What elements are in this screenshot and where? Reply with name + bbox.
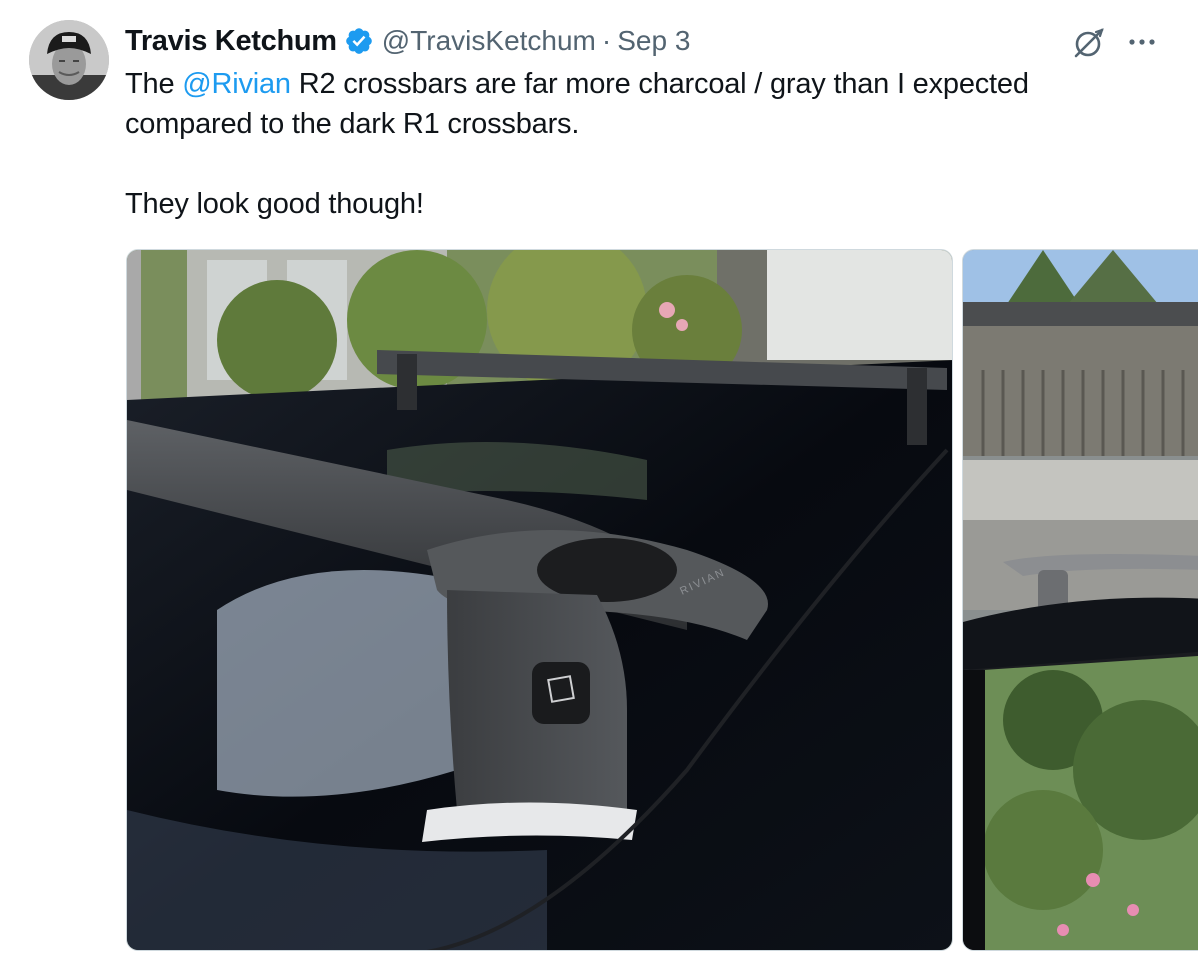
- tweet-text-paragraph-2: They look good though!: [125, 188, 424, 220]
- photo-1-image: RIVIAN: [127, 250, 952, 950]
- mention-link[interactable]: @Rivian: [182, 68, 291, 100]
- tweet-text-paragraph-1: The @Rivian R2 crossbars are far more ch…: [125, 64, 1135, 144]
- more-options-button[interactable]: [1124, 24, 1160, 60]
- author-avatar[interactable]: [29, 20, 109, 100]
- meta-separator: ·: [601, 25, 612, 56]
- author-handle[interactable]: @TravisKetchum: [382, 25, 596, 57]
- tweet-header: Travis Ketchum @TravisKetchum · Sep 3: [125, 22, 690, 60]
- author-display-name[interactable]: Travis Ketchum: [125, 25, 337, 58]
- tweet-text-prefix: The: [125, 68, 183, 100]
- avatar-photo: [29, 20, 109, 100]
- grok-icon: [1074, 28, 1104, 58]
- grok-button[interactable]: [1070, 24, 1108, 62]
- tweet: Travis Ketchum @TravisKetchum · Sep 3 Th…: [0, 0, 1198, 970]
- tweet-date[interactable]: Sep 3: [617, 25, 690, 57]
- media-photo-2[interactable]: [962, 249, 1198, 951]
- verified-badge-icon: [344, 26, 374, 56]
- photo-2-image: [963, 250, 1198, 950]
- tweet-text: The @Rivian R2 crossbars are far more ch…: [125, 64, 1135, 224]
- media-photo-1[interactable]: RIVIAN: [126, 249, 953, 951]
- more-dots-icon: [1129, 39, 1155, 45]
